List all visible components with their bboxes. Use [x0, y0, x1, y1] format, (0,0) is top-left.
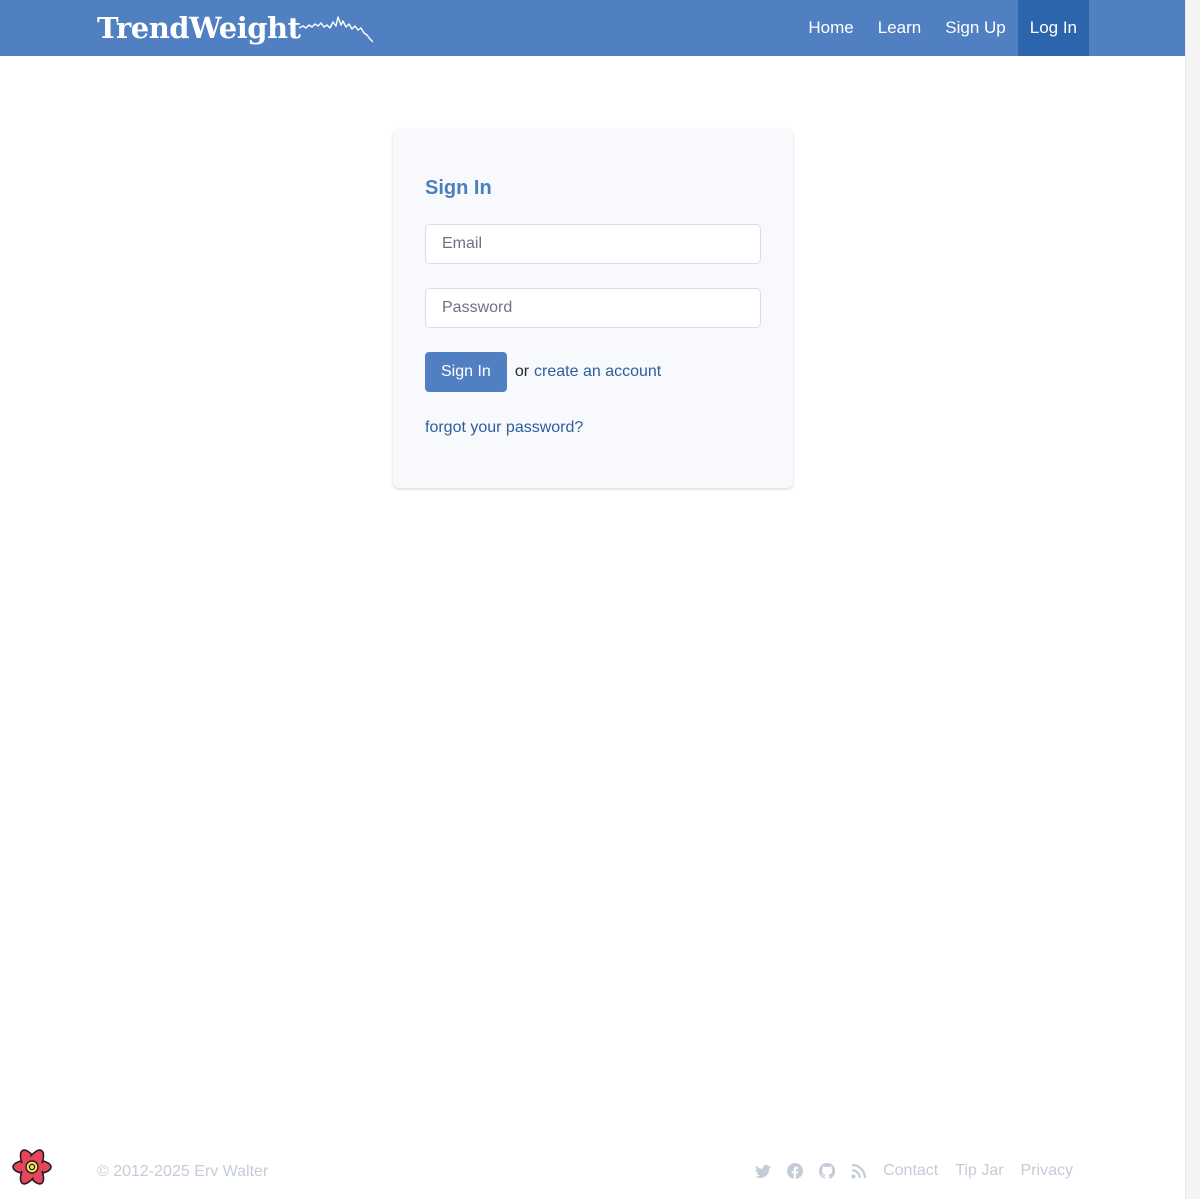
sign-in-card: Sign In Sign In or create an account for…: [393, 129, 793, 488]
nav-learn[interactable]: Learn: [866, 0, 933, 56]
footer-contact-link[interactable]: Contact: [883, 1162, 938, 1180]
email-input[interactable]: [425, 224, 761, 264]
create-account-link[interactable]: create an account: [534, 363, 661, 381]
facebook-icon[interactable]: [787, 1163, 804, 1179]
brand-name: TrendWeight: [97, 11, 301, 45]
vertical-scrollbar[interactable]: [1185, 0, 1200, 1199]
github-icon[interactable]: [819, 1163, 836, 1179]
forgot-password-link[interactable]: forgot your password?: [425, 417, 583, 439]
nav-log-in[interactable]: Log In: [1017, 0, 1089, 56]
twitter-icon[interactable]: [755, 1163, 772, 1179]
footer-privacy-link[interactable]: Privacy: [1021, 1162, 1073, 1180]
password-input[interactable]: [425, 288, 761, 328]
page: TrendWeight Home Learn Sign Up Log In Si…: [0, 0, 1185, 1199]
sign-in-title: Sign In: [425, 177, 492, 199]
rss-icon[interactable]: [851, 1163, 867, 1179]
or-text: or: [514, 363, 530, 380]
top-navbar: TrendWeight Home Learn Sign Up Log In: [0, 0, 1185, 56]
sign-in-button[interactable]: Sign In: [425, 352, 507, 392]
nav-home[interactable]: Home: [796, 0, 865, 56]
footer-tip-jar-link[interactable]: Tip Jar: [955, 1162, 1003, 1180]
sign-in-actions: Sign In or create an account: [425, 352, 661, 392]
nav-sign-up[interactable]: Sign Up: [933, 0, 1017, 56]
react-devtools-icon[interactable]: [10, 1146, 54, 1188]
main-nav: Home Learn Sign Up Log In: [796, 0, 1089, 56]
brand-logo-link[interactable]: TrendWeight: [97, 10, 373, 46]
trend-line-icon: [299, 16, 373, 43]
footer-links: Contact Tip Jar Privacy: [755, 1160, 1073, 1182]
copyright-text: © 2012-2025 Erv Walter: [97, 1163, 269, 1180]
